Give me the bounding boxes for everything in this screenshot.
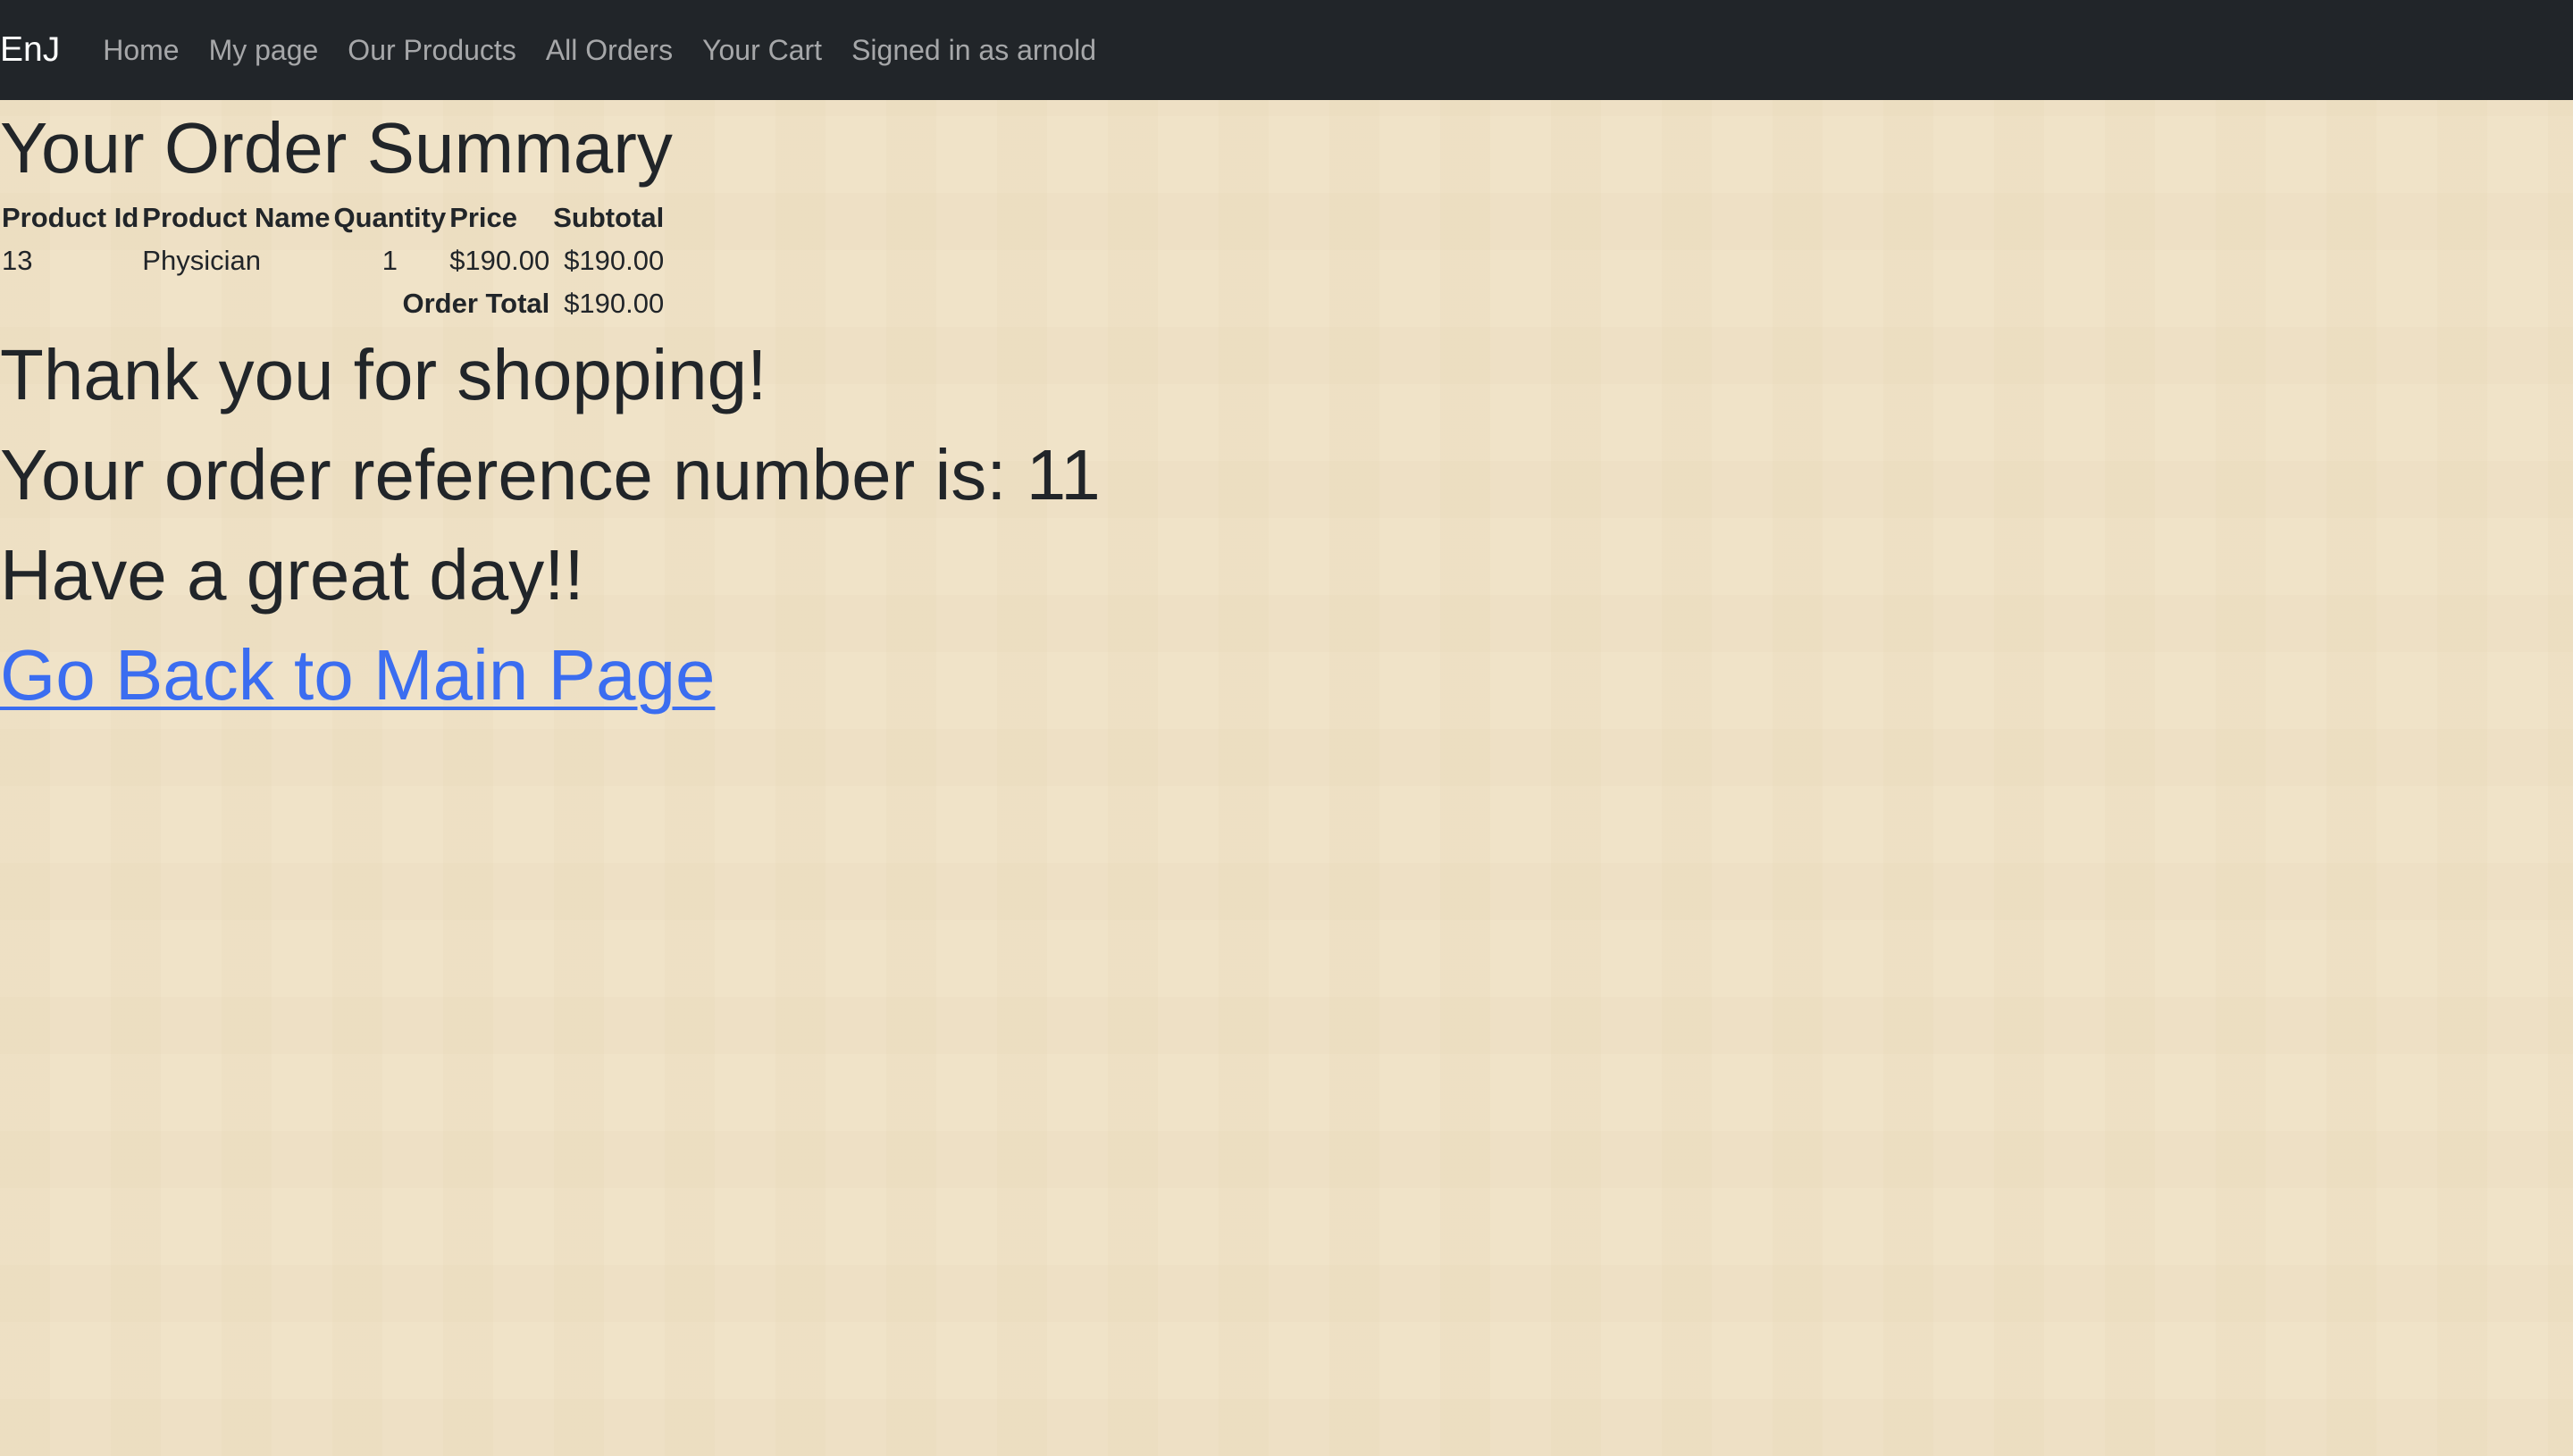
back-to-main-page-link[interactable]: Go Back to Main Page: [0, 625, 715, 725]
thank-you-message: Thank you for shopping!: [0, 335, 767, 414]
cell-product-name: Physician: [142, 245, 261, 276]
header-product-name: Product Name: [142, 202, 331, 233]
order-total-value: $190.00: [564, 288, 665, 319]
order-total-label: Order Total: [402, 288, 550, 319]
cell-product-id: 13: [2, 245, 33, 276]
page-title: Your Order Summary: [0, 108, 673, 188]
top-navbar: EnJ Home My page Our Products All Orders…: [0, 0, 2573, 100]
header-quantity: Quantity: [333, 202, 447, 233]
header-subtotal: Subtotal: [553, 202, 665, 233]
nav-link-home[interactable]: Home: [103, 34, 179, 67]
order-total-row: Order Total $190.00: [0, 282, 666, 325]
order-summary-table: Product Id Product Name Quantity Price S…: [0, 197, 666, 325]
nav-link-your-cart[interactable]: Your Cart: [702, 34, 822, 67]
table-row: 13 Physician 1 $190.00 $190.00: [0, 239, 666, 282]
nav-link-my-page[interactable]: My page: [209, 34, 319, 67]
cell-subtotal: $190.00: [564, 245, 665, 276]
cell-price: $190.00: [449, 245, 550, 276]
nav-link-our-products[interactable]: Our Products: [348, 34, 516, 67]
nav-link-signed-in-user[interactable]: Signed in as arnold: [851, 34, 1096, 67]
order-reference-message: Your order reference number is: 11: [0, 435, 1101, 515]
table-header-row: Product Id Product Name Quantity Price S…: [0, 197, 666, 239]
cell-quantity: 1: [381, 245, 398, 276]
great-day-message: Have a great day!!: [0, 535, 584, 615]
header-product-id: Product Id: [2, 202, 139, 233]
main-content: Your Order Summary Product Id Product Na…: [0, 100, 1101, 725]
header-price: Price: [449, 202, 518, 233]
nav-link-all-orders[interactable]: All Orders: [546, 34, 673, 67]
brand-logo-link[interactable]: EnJ: [0, 30, 60, 70]
